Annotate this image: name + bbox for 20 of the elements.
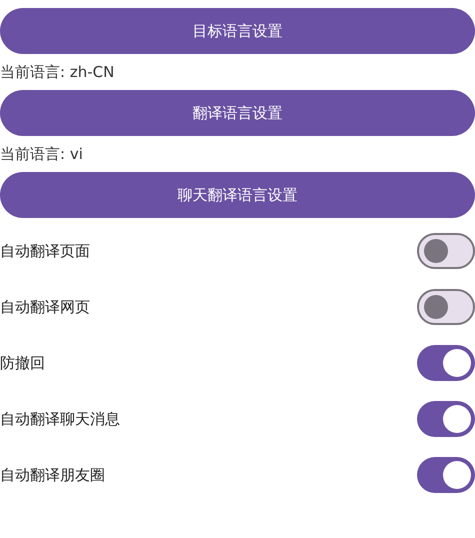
settings-button[interactable]: 聊天翻译语言设置 xyxy=(0,172,475,218)
toggle-thumb xyxy=(424,295,448,319)
toggle-switch[interactable] xyxy=(417,457,475,493)
settings-button[interactable]: 翻译语言设置 xyxy=(0,90,475,136)
current-language-text: 当前语言: zh-CN xyxy=(0,62,114,83)
toggle-switch[interactable] xyxy=(417,345,475,381)
toggle-thumb xyxy=(443,349,471,377)
toggle-thumb xyxy=(443,405,471,433)
toggle-switch[interactable] xyxy=(417,233,475,269)
toggle-label: 防撤回 xyxy=(0,352,45,374)
toggle-thumb xyxy=(443,461,471,489)
settings-button[interactable]: 目标语言设置 xyxy=(0,8,475,54)
toggle-switch[interactable] xyxy=(417,289,475,325)
toggle-switch[interactable] xyxy=(417,401,475,437)
toggle-thumb xyxy=(424,239,448,263)
toggle-label: 自动翻译网页 xyxy=(0,296,90,318)
toggle-label: 自动翻译页面 xyxy=(0,240,90,262)
toggle-label: 自动翻译朋友圈 xyxy=(0,464,105,486)
toggle-label: 自动翻译聊天消息 xyxy=(0,408,120,430)
current-language-text: 当前语言: vi xyxy=(0,144,83,165)
